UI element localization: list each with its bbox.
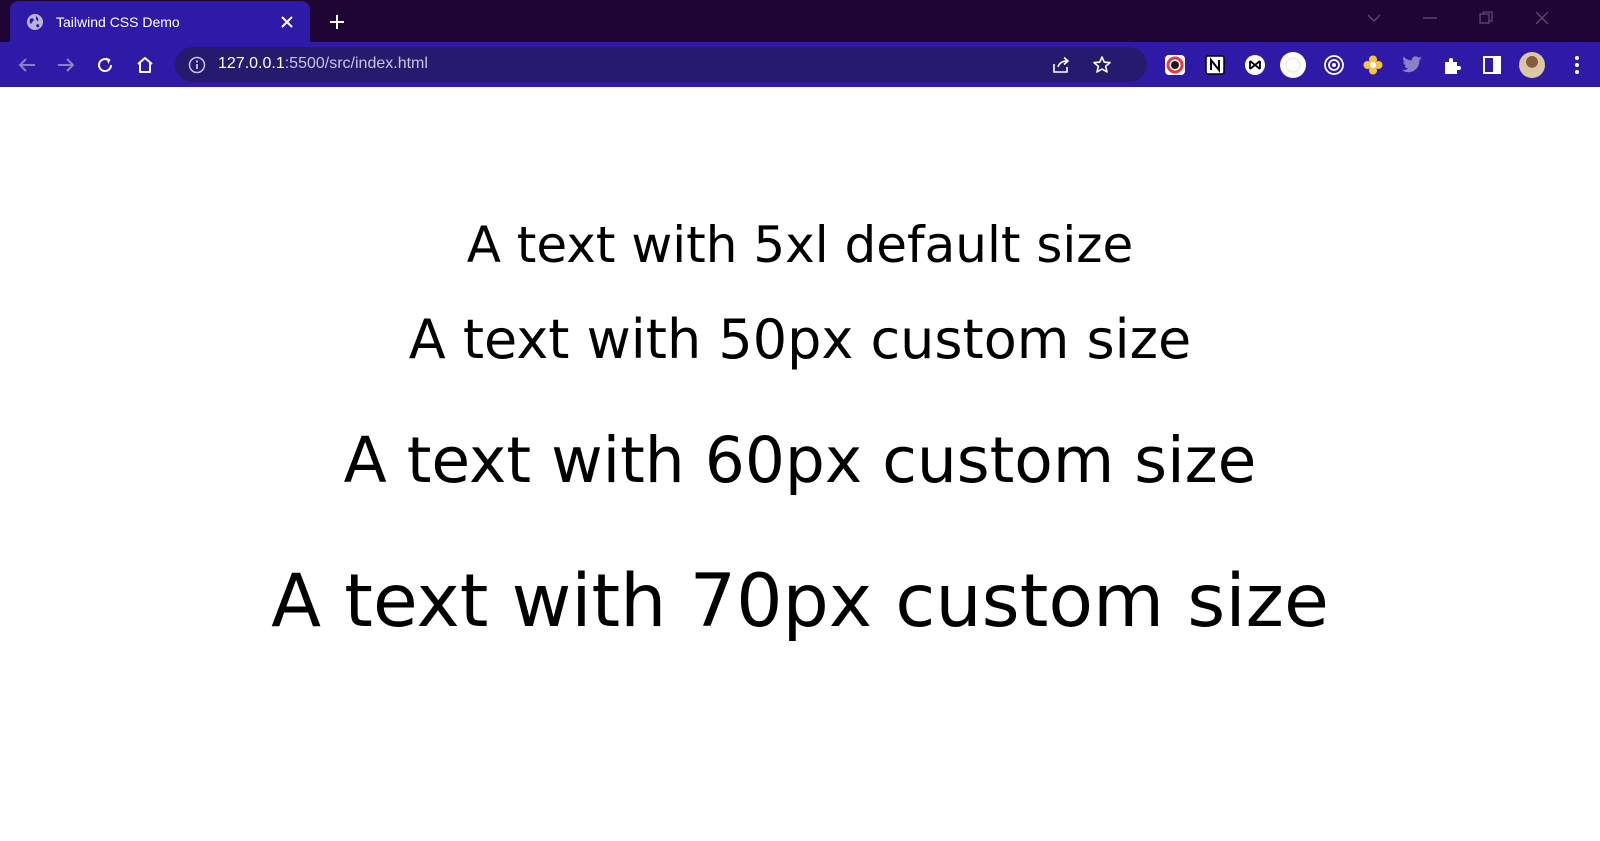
- close-tab-icon[interactable]: [276, 11, 298, 33]
- white-circle-extension-icon[interactable]: [1279, 51, 1307, 79]
- close-window-icon[interactable]: [1527, 6, 1557, 30]
- title-bar: Tailwind CSS Demo: [0, 0, 1600, 42]
- text-50px-custom: A text with 50px custom size: [408, 308, 1192, 371]
- bookmark-star-icon[interactable]: [1089, 52, 1115, 78]
- forward-arrow-icon[interactable]: [51, 50, 81, 80]
- site-info-icon[interactable]: [187, 55, 207, 75]
- colorzilla-icon[interactable]: [1161, 51, 1189, 79]
- extension-icon[interactable]: [1241, 51, 1269, 79]
- home-icon[interactable]: [130, 50, 160, 80]
- profile-avatar[interactable]: [1518, 51, 1546, 79]
- restore-icon[interactable]: [1471, 6, 1501, 30]
- menu-icon[interactable]: [1563, 51, 1591, 79]
- minimize-icon[interactable]: [1415, 6, 1445, 30]
- url-host: 127.0.0.1: [218, 55, 285, 72]
- share-icon[interactable]: [1049, 52, 1075, 78]
- text-60px-custom: A text with 60px custom size: [343, 424, 1257, 497]
- browser-toolbar: 127.0.0.1:5500/src/index.html: [0, 42, 1600, 87]
- tab-title: Tailwind CSS Demo: [56, 13, 180, 30]
- address-bar[interactable]: 127.0.0.1:5500/src/index.html: [175, 47, 1147, 82]
- new-tab-plus-icon[interactable]: [323, 8, 351, 36]
- text-5xl-default: A text with 5xl default size: [466, 216, 1134, 274]
- back-arrow-icon[interactable]: [12, 50, 42, 80]
- extensions-puzzle-icon[interactable]: [1438, 51, 1466, 79]
- globe-icon: [26, 13, 44, 31]
- target-icon[interactable]: [1320, 51, 1348, 79]
- twitter-icon[interactable]: [1398, 51, 1426, 79]
- side-panel-icon[interactable]: [1478, 51, 1506, 79]
- page-content: A text with 5xl default size A text with…: [0, 87, 1600, 841]
- url-path: :5500/src/index.html: [284, 55, 428, 72]
- reload-icon[interactable]: [90, 50, 120, 80]
- text-70px-custom: A text with 70px custom size: [271, 559, 1329, 644]
- active-tab[interactable]: Tailwind CSS Demo: [10, 1, 310, 42]
- tab-search-chevron-icon[interactable]: [1359, 6, 1389, 30]
- avatar: [1519, 52, 1545, 78]
- notion-icon[interactable]: [1201, 51, 1229, 79]
- flower-icon[interactable]: [1359, 51, 1387, 79]
- url-text[interactable]: 127.0.0.1:5500/src/index.html: [218, 55, 428, 73]
